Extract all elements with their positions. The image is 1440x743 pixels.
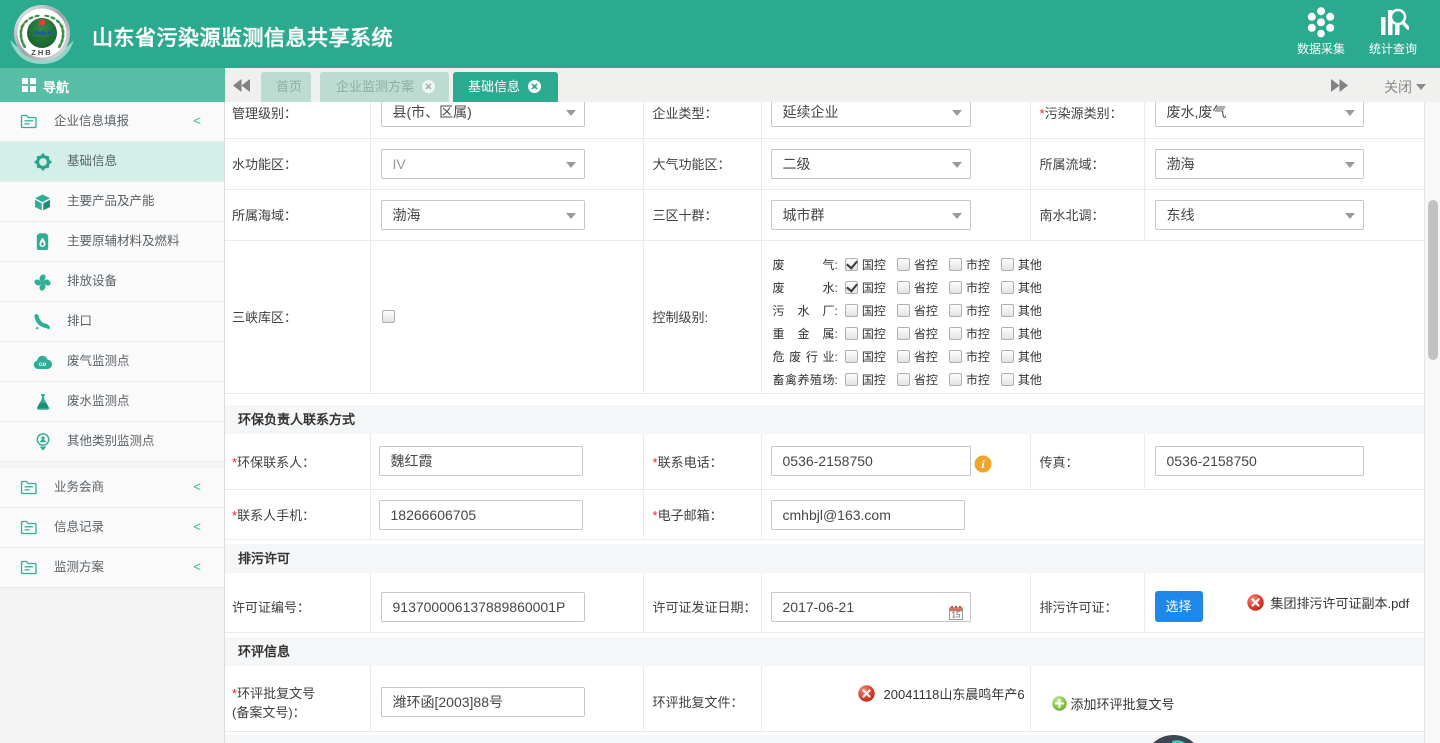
svg-text:15: 15 (951, 610, 960, 619)
svg-text:co: co (39, 361, 47, 368)
svg-text:ZHB: ZHB (31, 48, 52, 57)
